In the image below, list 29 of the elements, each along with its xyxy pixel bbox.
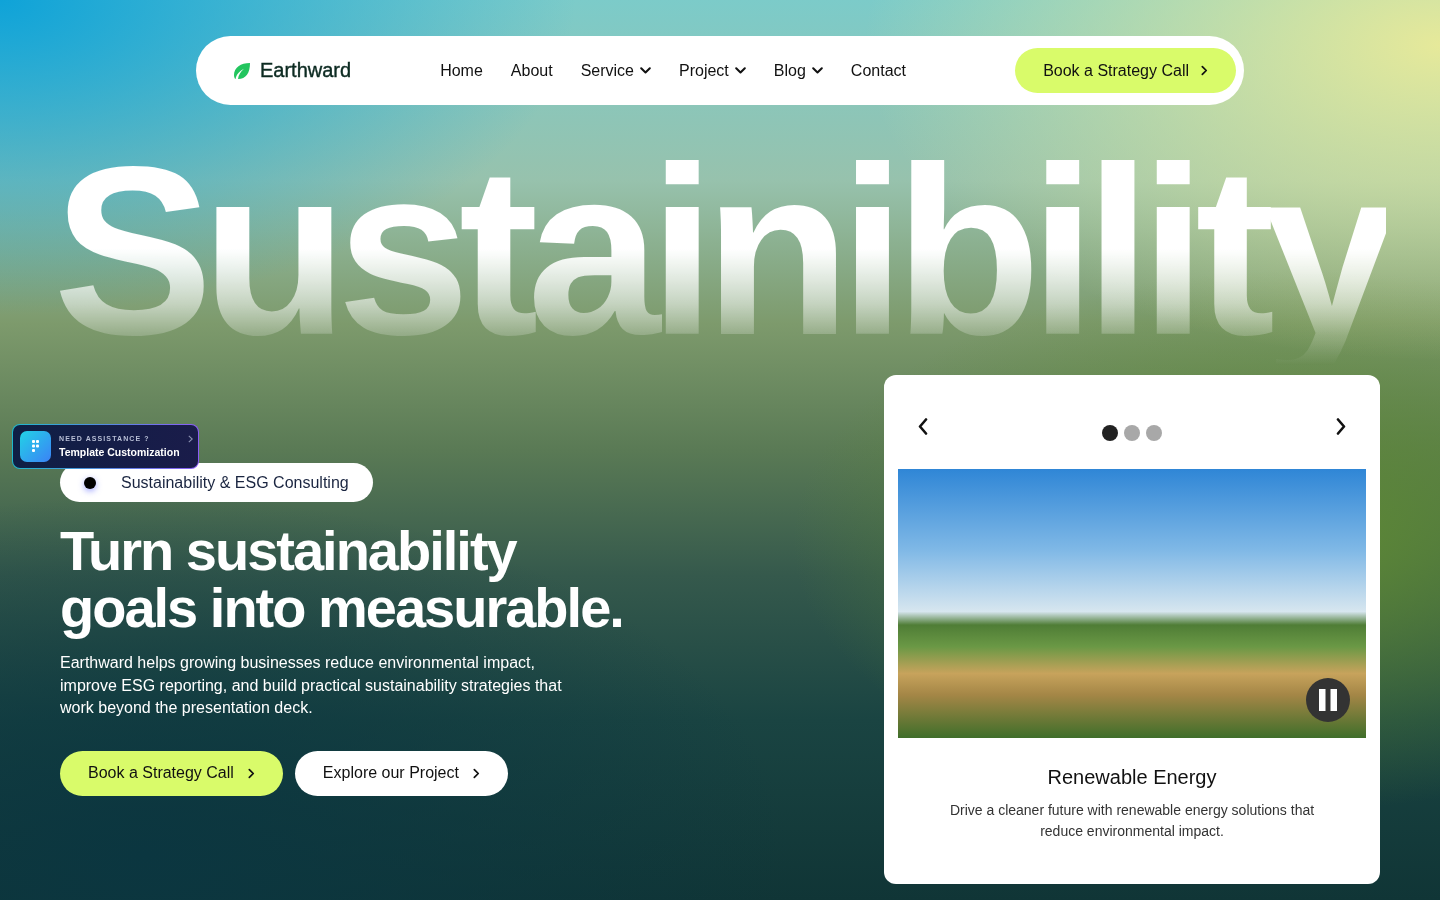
brand-name[interactable]: Earthward: [260, 59, 352, 82]
nav-link[interactable]: Home: [440, 61, 483, 80]
chevron-right-icon: [247, 767, 255, 779]
pause-button[interactable]: [1306, 678, 1350, 722]
nav-link[interactable]: Project: [679, 61, 746, 80]
book-call-button[interactable]: Book a Strategy Call: [1015, 48, 1236, 93]
pause-icon: [1319, 689, 1337, 711]
hero-description: Earthward helps growing businesses reduce environmental impact, improve ESG reporting, and build practical sustainability strategies that work beyond the presentation deck.: [60, 653, 563, 718]
chevron-right-icon: [472, 767, 480, 779]
tag-label: Sustainability & ESG Consulting: [121, 473, 349, 492]
help-title: Template Customization: [59, 446, 180, 458]
carousel-dot[interactable]: [1124, 425, 1140, 441]
carousel-dot[interactable]: [1102, 425, 1118, 441]
nav-link[interactable]: Blog: [773, 61, 823, 80]
book-call-button[interactable]: Book a Strategy Call: [60, 750, 283, 796]
carousel-dot[interactable]: [1146, 425, 1162, 441]
app-tile-icon: [20, 431, 51, 462]
chevron-right-icon: [1201, 65, 1208, 76]
nav-link[interactable]: About: [510, 61, 553, 80]
slide-description: Drive a cleaner future with renewable energy solutions that reduce environmental impact.: [948, 801, 1316, 841]
nav-link[interactable]: Service: [580, 61, 651, 80]
slide-title: Renewable Energy: [1047, 765, 1217, 789]
chevron-left-icon: [918, 417, 928, 435]
chevron-right-icon: [187, 435, 193, 443]
chevron-right-icon: [1336, 417, 1346, 435]
explore-project-button[interactable]: Explore our Project: [294, 750, 508, 796]
nav-link[interactable]: Contact: [850, 61, 906, 80]
leaf-icon: [234, 62, 250, 79]
dot-icon: [84, 476, 96, 489]
